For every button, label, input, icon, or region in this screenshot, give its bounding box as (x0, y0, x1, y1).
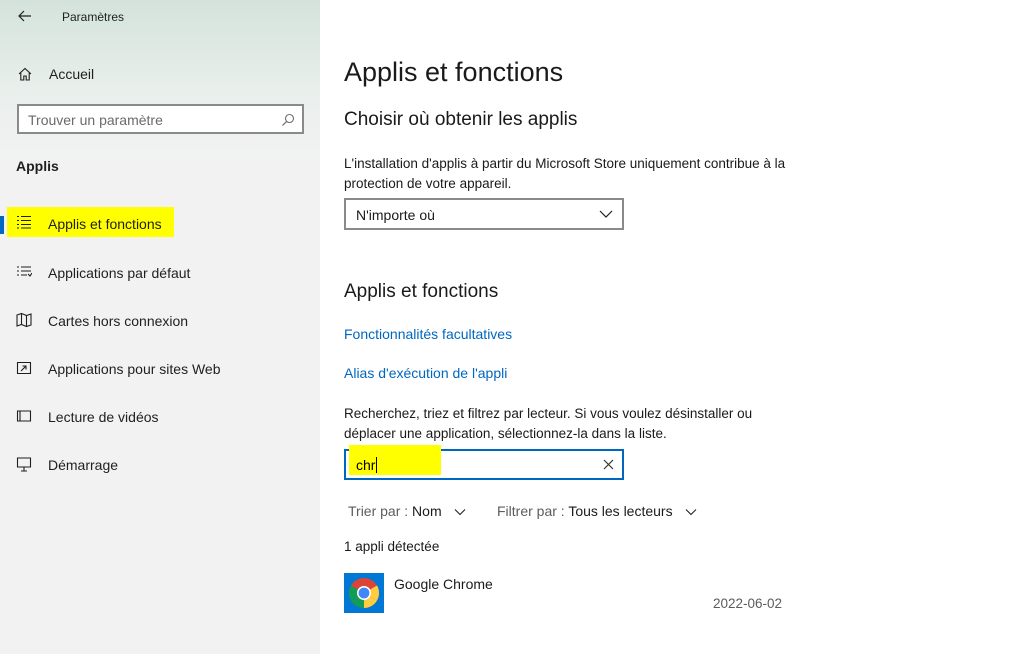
page-title: Applis et fonctions (344, 57, 564, 87)
dropdown-value: N'importe où (356, 207, 435, 223)
close-icon[interactable] (603, 459, 614, 470)
choose-source-heading: Choisir où obtenir les applis (344, 109, 578, 130)
sidebar-item-apps-features[interactable]: Applis et fonctions (0, 207, 320, 241)
chevron-down-icon (599, 210, 613, 218)
sidebar-item-home[interactable]: Accueil (0, 60, 320, 88)
back-arrow-icon (18, 10, 31, 22)
sidebar-item-video-playback[interactable]: Lecture de vidéos (0, 399, 320, 433)
search-value: chr (356, 457, 376, 473)
sidebar-item-label: Applications pour sites Web (48, 361, 221, 377)
sidebar-item-offline-maps[interactable]: Cartes hors connexion (0, 303, 320, 337)
home-icon (18, 67, 32, 81)
sort-label: Trier par : (348, 503, 409, 519)
filter-value: Tous les lecteurs (568, 503, 673, 519)
default-apps-icon (17, 266, 32, 277)
sort-dropdown[interactable]: Trier par : Nom (348, 503, 466, 519)
result-count: 1 appli détectée (344, 539, 440, 554)
google-chrome-icon (344, 573, 384, 613)
apps-features-heading: Applis et fonctions (344, 281, 499, 302)
title-bar: Paramètres (0, 0, 320, 34)
app-list-item[interactable]: Google Chrome 2022-06-02 (344, 573, 784, 615)
settings-window: Paramètres Accueil Trouver un paramètre … (0, 0, 1035, 654)
back-button[interactable] (12, 5, 38, 27)
settings-search-input[interactable]: Trouver un paramètre (17, 104, 304, 134)
startup-icon (16, 457, 32, 472)
sidebar-item-apps-for-websites[interactable]: Applications pour sites Web (0, 351, 320, 385)
apps-for-websites-icon (16, 361, 32, 375)
app-title: Paramètres (62, 10, 125, 24)
sidebar-item-label: Applications par défaut (48, 265, 191, 281)
sidebar-item-label: Applis et fonctions (48, 216, 162, 232)
sidebar-section-heading: Applis (16, 158, 59, 174)
sidebar: Paramètres Accueil Trouver un paramètre … (0, 0, 320, 654)
main-content: Applis et fonctions Choisir où obtenir l… (320, 0, 1035, 654)
filter-dropdown[interactable]: Filtrer par : Tous les lecteurs (497, 503, 697, 519)
sidebar-item-default-apps[interactable]: Applications par défaut (0, 255, 320, 289)
sidebar-item-label: Accueil (49, 66, 95, 82)
video-playback-icon (16, 410, 32, 422)
sidebar-item-label: Cartes hors connexion (48, 313, 189, 329)
app-name: Google Chrome (394, 576, 493, 592)
search-placeholder: Trouver un paramètre (28, 112, 163, 128)
app-install-date: 2022-06-02 (712, 596, 782, 611)
selection-indicator (0, 216, 4, 234)
search-description: Recherchez, triez et filtrez par lecteur… (344, 406, 753, 441)
text-caret (376, 457, 377, 473)
search-icon[interactable] (281, 113, 295, 127)
optional-features-link[interactable]: Fonctionnalités facultatives (344, 326, 512, 342)
sidebar-item-label: Démarrage (48, 457, 119, 473)
sort-value: Nom (412, 503, 442, 519)
choose-source-description: L'installation d'applis à partir du Micr… (344, 156, 786, 191)
app-list-search-input[interactable]: chr (344, 445, 624, 480)
sidebar-item-startup[interactable]: Démarrage (0, 447, 320, 481)
app-source-dropdown[interactable]: N'importe où (344, 198, 624, 230)
chevron-down-icon (685, 509, 696, 516)
chevron-down-icon (454, 509, 465, 516)
offline-maps-icon (16, 312, 32, 328)
filter-label: Filtrer par : (497, 503, 565, 519)
sidebar-item-label: Lecture de vidéos (48, 409, 159, 425)
apps-features-icon (17, 215, 31, 229)
app-execution-alias-link[interactable]: Alias d'exécution de l'appli (344, 365, 507, 381)
